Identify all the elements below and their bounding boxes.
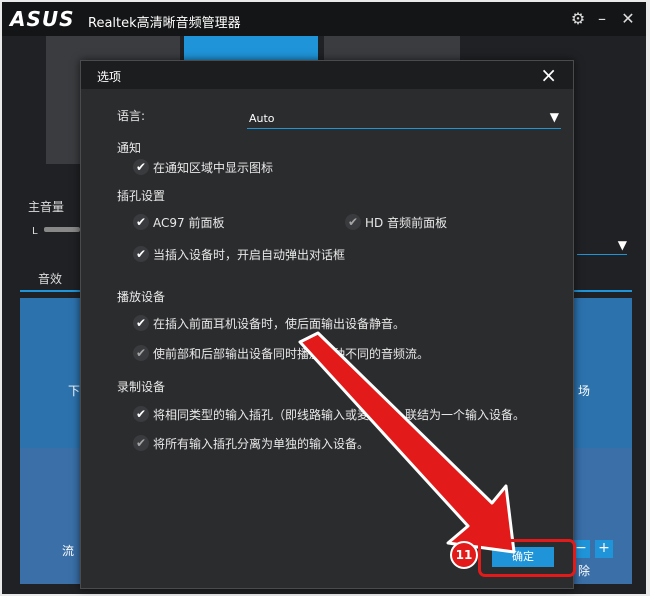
step-badge: 11: [450, 541, 478, 569]
highlight-outline: [478, 539, 576, 577]
annotation-arrow-icon: [298, 331, 516, 554]
